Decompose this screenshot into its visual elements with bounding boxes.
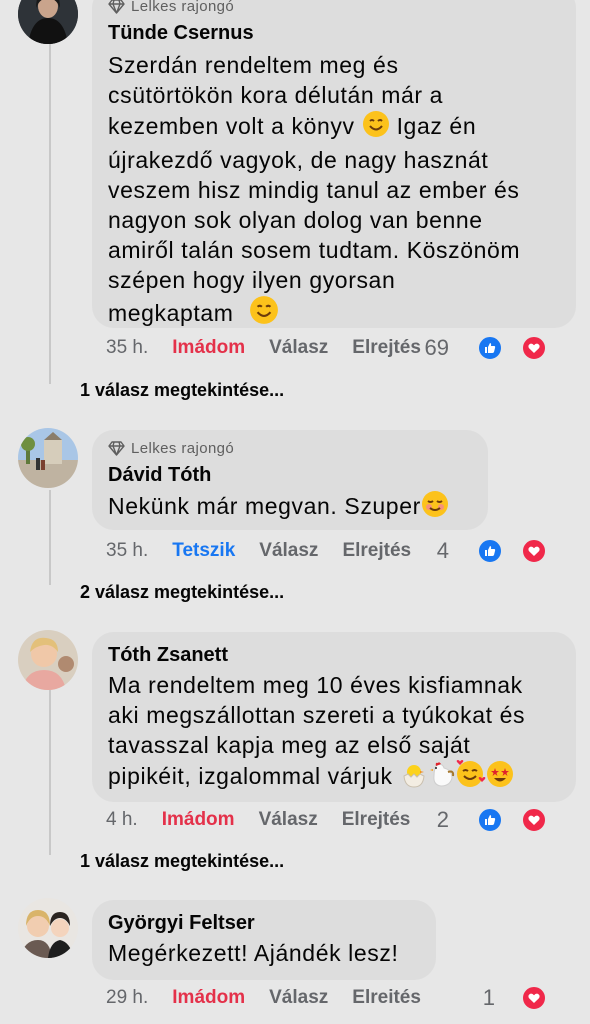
smiling-hearts-icon [456,760,486,795]
comment-text: Nekünk már megvan. Szuper [108,490,449,525]
comment-actions: 29 h. Imádom Válasz Elreités 1 [106,983,581,1013]
comment-text: Megérkezett! Ajándék lesz! [108,940,399,966]
like-icon [477,335,503,361]
reply-button[interactable]: Válasz [269,987,328,1009]
reaction-summary[interactable]: 69 [425,335,571,361]
reaction-button[interactable]: Tetszik [172,540,235,562]
reaction-button[interactable]: Imádom [162,809,235,831]
comment-bubble: Györgyi Feltser Megérkezett! Ajándék les… [92,900,436,980]
hide-button[interactable]: Elrejtés [342,540,411,562]
like-icon [477,538,503,564]
view-replies-link[interactable]: 2 válasz megtekintése... [80,582,284,603]
comment-time: 4 h. [106,809,138,830]
heart-icon [521,538,547,564]
reaction-button[interactable]: Imádom [172,987,245,1009]
comment-time: 35 h. [106,337,149,358]
comment-author[interactable]: Tünde Csernus [108,22,254,45]
like-icon [477,807,503,833]
comment-author[interactable]: Györgyi Feltser [108,912,255,935]
comment-time: 35 h. [106,540,149,561]
hatching-chick-icon [400,760,428,795]
badge-label: Lelkes rajongó [131,0,235,15]
thread-line [49,44,51,384]
comment-actions: 35 h. Imádom Válasz Elrejtés 69 [106,333,581,363]
hide-button[interactable]: Elreités [352,987,421,1009]
thread-line [49,490,51,585]
chicken-icon [428,760,456,795]
reaction-count: 1 [482,985,495,1010]
avatar[interactable] [18,428,78,488]
reply-button[interactable]: Válasz [269,337,328,359]
reaction-count: 4 [436,538,449,563]
thread-line [49,690,51,855]
view-replies-link[interactable]: 1 válasz megtekintése... [80,380,284,401]
fan-badge: Lelkes rajongó [108,440,234,457]
reaction-summary[interactable]: 4 [437,538,571,564]
view-replies-link[interactable]: 1 válasz megtekintése... [80,851,284,872]
comment-text: Szerdán rendeltem meg és csütörtökön kor… [108,50,568,332]
reaction-summary[interactable]: 2 [437,807,571,833]
reaction-count: 2 [436,807,449,832]
avatar[interactable] [18,898,78,958]
smile-emoji-icon [362,110,390,145]
reaction-count: 69 [424,335,449,360]
avatar[interactable] [18,0,78,44]
heart-icon [521,985,547,1011]
comment-actions: 4 h. Imádom Válasz Elrejtés 2 [106,805,581,835]
reply-button[interactable]: Válasz [259,540,318,562]
comment-author[interactable]: Dávid Tóth [108,464,211,487]
smile-emoji-icon [249,295,279,332]
hide-button[interactable]: Elrejtés [342,809,411,831]
star-struck-icon [486,760,514,795]
comment-actions: 35 h. Tetszik Válasz Elrejtés 4 [106,536,581,566]
comment-bubble: Lelkes rajongó Tünde Csernus Szerdán ren… [92,0,576,328]
comment-author[interactable]: Tóth Zsanett [108,644,228,667]
heart-icon [521,335,547,361]
comment-bubble: Lelkes rajongó Dávid Tóth Nekünk már meg… [92,430,488,530]
reaction-button[interactable]: Imádom [172,337,245,359]
comment-bubble: Tóth Zsanett Ma rendeltem meg 10 éves ki… [92,632,576,802]
avatar[interactable] [18,630,78,690]
diamond-icon [108,441,125,456]
heart-icon [521,807,547,833]
reply-button[interactable]: Válasz [259,809,318,831]
hide-button[interactable]: Elrejtés [352,337,421,359]
fan-badge: Lelkes rajongó [108,0,234,15]
badge-label: Lelkes rajongó [131,440,235,457]
reaction-summary[interactable]: 1 [483,985,571,1011]
diamond-icon [108,0,125,14]
blush-emoji-icon [421,490,449,525]
comment-text: Ma rendeltem meg 10 éves kisfiamnak aki … [108,670,568,795]
comment-time: 29 h. [106,987,149,1008]
